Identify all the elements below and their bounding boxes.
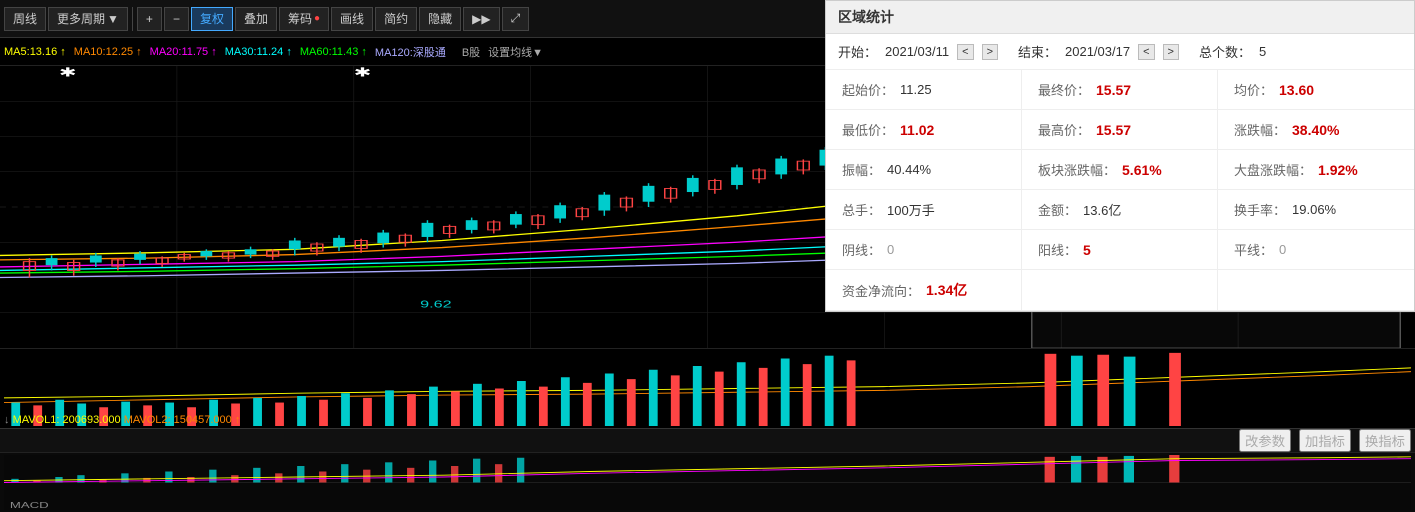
stats-cell: 总手：100万手 <box>826 190 1022 230</box>
ma5-label: MA5:13.16 ↑ <box>4 46 66 58</box>
stats-panel: 区域统计 开始： 2021/03/11 < > 结束： 2021/03/17 <… <box>825 66 1415 312</box>
period-dropdown-icon: ▼ <box>107 12 119 26</box>
ma20-label: MA20:11.75 ↑ <box>150 46 217 58</box>
svg-text:✱: ✱ <box>59 66 76 79</box>
macd-area: MACD <box>0 452 1415 512</box>
stats-cell: 起始价：11.25 <box>826 70 1022 110</box>
stats-cell: 均价：13.60 <box>1218 70 1414 110</box>
stats-cell: 阴线：0 <box>826 230 1022 270</box>
chouma-btn[interactable]: 筹码 ● <box>279 7 329 31</box>
ma60-label: MA60:11.43 ↑ <box>300 46 367 58</box>
switch-indicator-btn[interactable]: 换指标 <box>1359 429 1411 452</box>
stats-cell: 金额：13.6亿 <box>1022 190 1218 230</box>
mavol1-label: MAVOL1: 200693.000 <box>13 414 124 426</box>
macd-svg: MACD <box>4 455 1411 510</box>
stats-cell: 大盘涨跌幅：1.92% <box>1218 150 1414 190</box>
volume-label: ↓ MAVOL1: 200693.000 MAVOL2: 150457.000 … <box>4 414 240 426</box>
ma120-label: MA120:深股通 <box>375 44 446 60</box>
period-week-btn[interactable]: 周线 <box>4 7 46 31</box>
stats-cell: 平线：0 <box>1218 230 1414 270</box>
period-more-btn[interactable]: 更多周期 ▼ <box>48 7 128 31</box>
chouma-dot: ● <box>314 13 320 24</box>
stats-grid: 起始价：11.25最终价：15.57均价：13.60 最低价：11.02最高价：1… <box>826 70 1414 311</box>
yincang-btn[interactable]: 隐藏 <box>419 7 461 31</box>
settings-label[interactable]: 设置均线▼ <box>488 44 543 60</box>
period-more-label: 更多周期 <box>57 10 105 27</box>
volume-area: ↓ MAVOL1: 200693.000 MAVOL2: 150457.000 … <box>0 348 1415 428</box>
stats-cell: 换手率：19.06% <box>1218 190 1414 230</box>
params-btn[interactable]: 改参数 <box>1239 429 1291 452</box>
stats-cell: 振幅：40.44% <box>826 150 1022 190</box>
add-indicator-btn[interactable]: 加指标 <box>1299 429 1351 452</box>
svg-text:✱: ✱ <box>354 66 371 79</box>
stats-cell: 板块涨跌幅：5.61% <box>1022 150 1218 190</box>
fuquan-btn[interactable]: 复权 <box>191 7 233 31</box>
stats-cell: 最高价：15.57 <box>1022 110 1218 150</box>
stats-cell <box>1022 270 1218 311</box>
zoom-in-btn[interactable]: + <box>137 7 162 31</box>
chouma-label: 筹码 <box>288 10 312 27</box>
ma30-label: MA30:11.24 ↑ <box>225 46 292 58</box>
dieja-btn[interactable]: 叠加 <box>235 7 277 31</box>
huaxian-btn[interactable]: 画线 <box>331 7 373 31</box>
divider-1 <box>132 7 133 31</box>
svg-text:MACD: MACD <box>10 501 49 510</box>
svg-text:9.62: 9.62 <box>420 299 452 310</box>
main-area: 15.57 ✱ ✱ ✱ 9.62 <box>0 66 1415 512</box>
mavol2-label: MAVOL2: 150457.000 <box>124 414 235 426</box>
stats-cell: 资金净流向：1.34亿 <box>826 270 1022 311</box>
stats-cell: 涨跌幅：38.40% <box>1218 110 1414 150</box>
bshare-label: B股 <box>462 44 480 60</box>
stats-cell: 最低价：11.02 <box>826 110 1022 150</box>
stats-cell: 阳线：5 <box>1022 230 1218 270</box>
zoom-out-btn[interactable]: − <box>164 7 189 31</box>
expand-btn[interactable]: ▶▶ <box>463 7 499 31</box>
stats-cell: 最终价：15.57 <box>1022 70 1218 110</box>
fullscreen-btn[interactable]: ⤢ <box>502 7 530 31</box>
jianyue-btn[interactable]: 简约 <box>375 7 417 31</box>
ma10-label: MA10:12.25 ↑ <box>74 46 142 58</box>
stats-cell <box>1218 270 1414 311</box>
chart-bottom-toolbar: 改参数 加指标 换指标 <box>0 428 1415 452</box>
